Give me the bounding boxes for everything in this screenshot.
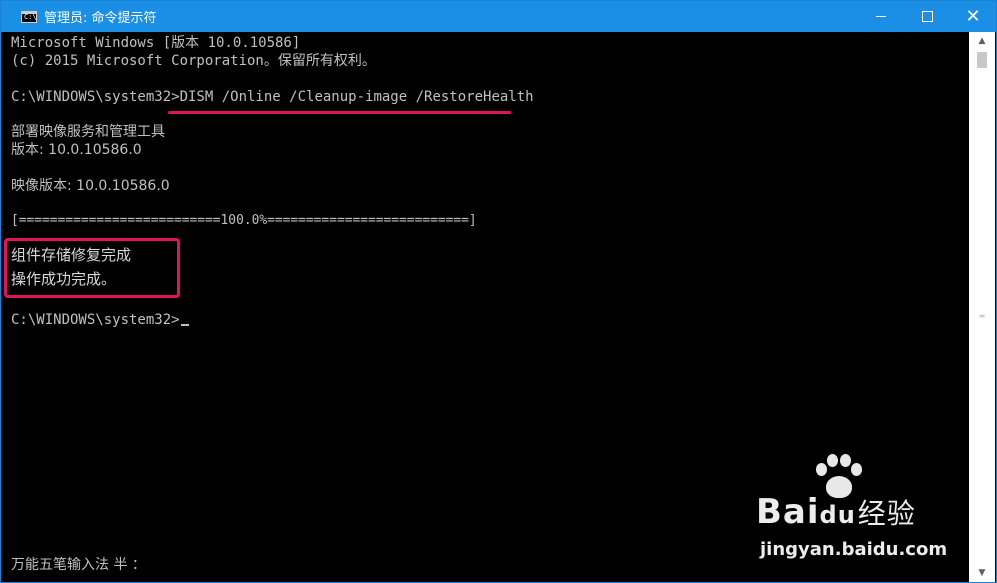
header-line-copyright: (c) 2015 Microsoft Corporation。保留所有权利。 xyxy=(11,53,376,69)
minimize-icon xyxy=(876,16,886,17)
paw-toe xyxy=(840,454,851,467)
scroll-down-arrow-icon: ▼ xyxy=(978,568,986,578)
cmd-app-icon[interactable]: C:\ xyxy=(21,10,37,23)
prompt-text: C:\WINDOWS\system32> xyxy=(11,89,180,105)
ime-status-bar[interactable]: 万能五笔输入法 半 ： xyxy=(11,556,146,574)
command-prompt-window: C:\ 管理员: 命令提示符 ✕ Microsoft Windows [版本 1… xyxy=(0,0,997,583)
cmd-icon-glyph: C:\ xyxy=(24,12,37,21)
tool-version-line: 版本: 10.0.10586.0 xyxy=(11,142,142,158)
progress-bar-text: [==========================100.0%=======… xyxy=(11,213,477,228)
prompt-text-current: C:\WINDOWS\system32> xyxy=(11,312,180,328)
scroll-down-button[interactable]: ▼ xyxy=(969,564,995,582)
maximize-icon xyxy=(921,11,933,22)
watermark-brand: Baidu经验 xyxy=(756,492,916,532)
command-text: DISM /Online /Cleanup-image /RestoreHeal… xyxy=(179,89,534,105)
title-bar[interactable]: C:\ 管理员: 命令提示符 ✕ xyxy=(1,1,996,32)
window-controls: ✕ xyxy=(858,1,996,32)
command-line: C:\WINDOWS\system32>DISM /Online /Cleanu… xyxy=(11,88,534,106)
watermark-brand-du: du xyxy=(819,501,856,529)
scrollbar-grip-icon: ═ xyxy=(979,312,985,321)
watermark-brand-cn: 经验 xyxy=(857,497,916,530)
scrollbar-thumb[interactable] xyxy=(977,52,987,68)
vertical-scrollbar[interactable]: ▲ ═ ▼ xyxy=(969,32,995,582)
close-button[interactable]: ✕ xyxy=(950,1,996,32)
image-version-line: 映像版本: 10.0.10586.0 xyxy=(11,178,170,194)
scroll-up-arrow-icon: ▲ xyxy=(978,36,986,46)
watermark-url: jingyan.baidu.com xyxy=(760,539,948,560)
minimize-button[interactable] xyxy=(858,1,904,32)
window-title: 管理员: 命令提示符 xyxy=(44,11,157,26)
paw-toe xyxy=(827,454,838,467)
paw-toe xyxy=(816,463,827,476)
baidu-jingyan-watermark: Baidu经验 jingyan.baidu.com xyxy=(756,454,966,564)
paw-toe xyxy=(851,463,862,476)
command-underline-annotation xyxy=(168,111,511,114)
header-line-version: Microsoft Windows [版本 10.0.10586] xyxy=(11,35,301,51)
maximize-button[interactable] xyxy=(904,1,950,32)
watermark-brand-bai: Bai xyxy=(756,492,820,532)
close-icon: ✕ xyxy=(965,5,981,27)
result-highlight-annotation xyxy=(4,238,180,298)
text-cursor xyxy=(180,324,189,326)
prompt-line-current[interactable]: C:\WINDOWS\system32> xyxy=(11,311,189,329)
scroll-up-button[interactable]: ▲ xyxy=(969,32,995,50)
tool-name-line: 部署映像服务和管理工具 xyxy=(11,124,165,140)
